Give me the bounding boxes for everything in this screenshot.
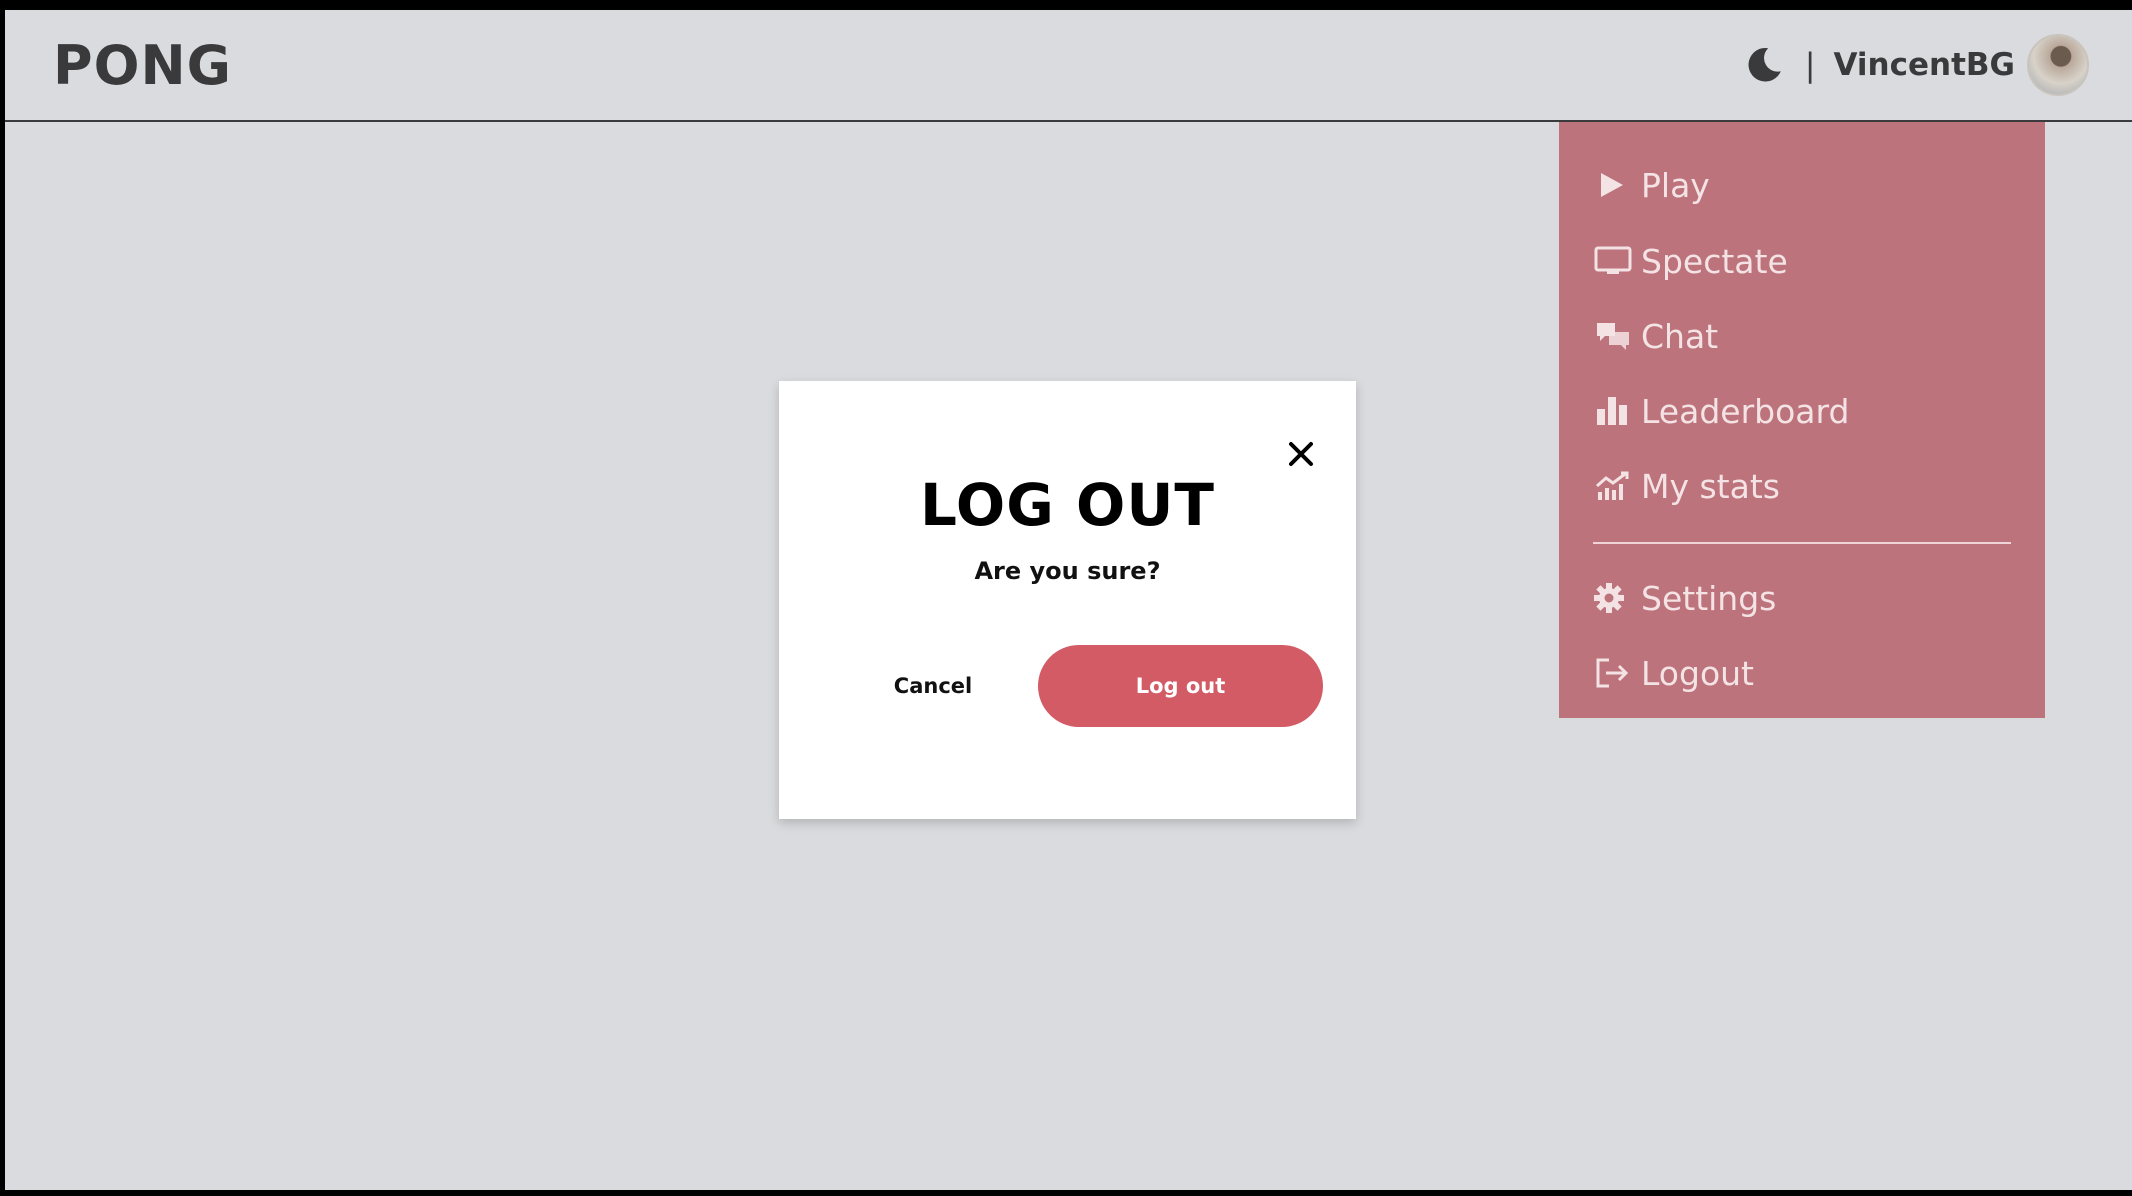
menu-item-chat[interactable]: Chat (1593, 307, 1718, 365)
menu-item-my-stats[interactable]: My stats (1593, 457, 1780, 515)
menu-item-play[interactable]: Play (1593, 156, 1710, 214)
dialog-subtitle: Are you sure? (974, 557, 1161, 585)
confirm-logout-button[interactable]: Log out (1038, 645, 1323, 727)
top-bar: PONG | VincentBG (5, 10, 2132, 122)
user-menu-dropdown: Play Spectate Chat Leaderboard My stats … (1559, 122, 2045, 718)
menu-item-settings[interactable]: Settings (1593, 569, 1776, 627)
app-screen: PONG | VincentBG Play Spectate Chat Lead… (5, 10, 2132, 1190)
logout-dialog: LOG OUT Are you sure? Cancel Log out (779, 381, 1356, 819)
menu-item-label: Settings (1641, 578, 1777, 618)
user-area: | VincentBG (1743, 32, 2089, 98)
cancel-button[interactable]: Cancel (843, 645, 1023, 727)
chat-icon (1593, 318, 1633, 354)
user-avatar[interactable] (2027, 34, 2089, 96)
menu-item-logout[interactable]: Logout (1593, 644, 1754, 702)
app-logo[interactable]: PONG (53, 34, 232, 97)
menu-item-label: My stats (1641, 466, 1780, 506)
close-icon[interactable] (1286, 439, 1316, 469)
menu-item-label: Leaderboard (1641, 391, 1850, 431)
menu-item-label: Spectate (1641, 241, 1788, 281)
monitor-icon (1593, 243, 1633, 279)
menu-item-label: Play (1641, 165, 1710, 205)
dialog-title: LOG OUT (920, 471, 1215, 539)
menu-divider (1593, 542, 2011, 544)
menu-item-label: Logout (1641, 653, 1754, 693)
menu-item-leaderboard[interactable]: Leaderboard (1593, 382, 1849, 440)
username[interactable]: VincentBG (1833, 47, 2015, 83)
menu-item-label: Chat (1641, 316, 1719, 356)
play-icon (1593, 167, 1633, 203)
header-separator: | (1804, 46, 1816, 84)
moon-icon[interactable] (1743, 44, 1785, 86)
gear-icon (1593, 580, 1633, 616)
logout-icon (1593, 655, 1633, 691)
stats-icon (1593, 468, 1633, 504)
leaderboard-icon (1593, 393, 1633, 429)
menu-item-spectate[interactable]: Spectate (1593, 232, 1788, 290)
